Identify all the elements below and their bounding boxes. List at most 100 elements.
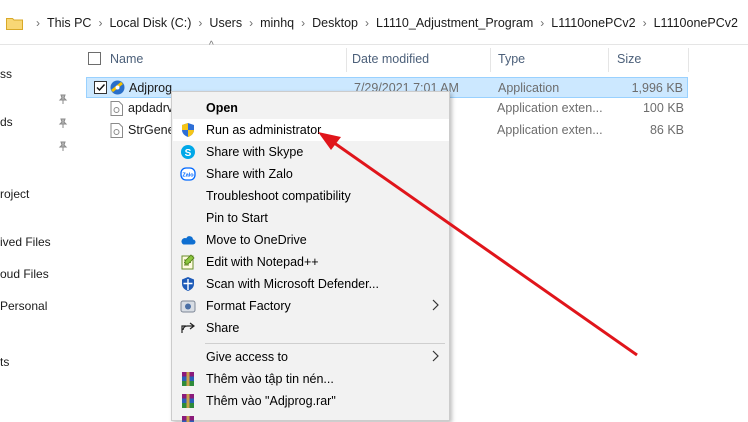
winrar-icon <box>180 393 196 409</box>
menu-item-run-as-administrator[interactable]: Run as administrator <box>173 119 449 141</box>
column-divider[interactable] <box>490 48 491 72</box>
nav-item[interactable]: oud Files <box>0 267 49 281</box>
menu-item-pin-to-start[interactable]: Pin to Start <box>173 207 449 229</box>
menu-item-format-factory[interactable]: Format Factory <box>173 295 449 317</box>
menu-item-label: Move to OneDrive <box>206 233 307 247</box>
column-type[interactable]: Type <box>498 52 525 66</box>
menu-item-partial[interactable] <box>173 412 449 422</box>
menu-item-label: Open <box>206 101 238 115</box>
menu-item-move-to-onedrive[interactable]: Move to OneDrive <box>173 229 449 251</box>
file-size: 100 KB <box>643 101 684 115</box>
file-type: Application exten... <box>497 101 603 115</box>
menu-item-add-to-rar[interactable]: Thêm vào "Adjprog.rar" <box>173 390 449 412</box>
chevron-right-icon: › <box>643 16 647 30</box>
defender-icon <box>180 276 196 292</box>
menu-item-label: Share with Zalo <box>206 167 293 181</box>
checkmark-icon <box>95 82 106 93</box>
menu-item-share-with-zalo[interactable]: Zalo Share with Zalo <box>173 163 449 185</box>
file-size: 86 KB <box>650 123 684 137</box>
skype-icon: S <box>180 144 196 160</box>
menu-item-label: Share <box>206 321 239 335</box>
menu-item-label: Scan with Microsoft Defender... <box>206 277 379 291</box>
column-divider[interactable] <box>608 48 609 72</box>
crumb-adjustment-program[interactable]: L1110_Adjustment_Program <box>376 16 533 30</box>
sort-up-icon: ^ <box>209 40 214 51</box>
chevron-right-icon: › <box>301 16 305 30</box>
menu-item-share[interactable]: Share <box>173 317 449 339</box>
menu-item-label: Thêm vào "Adjprog.rar" <box>206 394 336 408</box>
chevron-right-icon: › <box>98 16 102 30</box>
pin-icon <box>58 94 68 104</box>
folder-icon <box>6 17 23 30</box>
svg-text:S: S <box>185 148 192 159</box>
menu-item-edit-with-notepadpp[interactable]: Edit with Notepad++ <box>173 251 449 273</box>
dll-file-icon <box>110 123 123 138</box>
nav-item[interactable]: ived Files <box>0 235 51 249</box>
chevron-right-icon: › <box>198 16 202 30</box>
chevron-right-icon <box>431 349 439 363</box>
pin-icon <box>58 141 68 151</box>
column-size[interactable]: Size <box>617 52 641 66</box>
column-header: ^ Name Date modified Type Size <box>82 44 748 74</box>
menu-item-troubleshoot[interactable]: Troubleshoot compatibility <box>173 185 449 207</box>
menu-item-label: Pin to Start <box>206 211 268 225</box>
row-checkbox[interactable] <box>94 81 107 94</box>
nav-item[interactable]: ds <box>0 115 13 129</box>
crumb-users[interactable]: Users <box>209 16 242 30</box>
nav-item[interactable]: roject <box>0 187 29 201</box>
file-name: StrGene <box>128 123 175 137</box>
chevron-right-icon <box>431 298 439 312</box>
navigation-pane: ss ds roject ived Files oud Files Person… <box>0 44 80 419</box>
nav-item[interactable]: ts <box>0 355 9 369</box>
menu-item-give-access-to[interactable]: Give access to <box>173 346 449 368</box>
uac-shield-icon <box>180 122 196 138</box>
file-size: 1,996 KB <box>632 81 683 95</box>
menu-item-label: Run as administrator <box>206 123 321 137</box>
crumb-this-pc[interactable]: This PC <box>47 16 91 30</box>
crumb-desktop[interactable]: Desktop <box>312 16 358 30</box>
context-menu: Open Run as administrator S Share with S… <box>171 91 450 421</box>
crumb-minhq[interactable]: minhq <box>260 16 294 30</box>
menu-item-label: Give access to <box>206 350 288 364</box>
crumb-local-disk[interactable]: Local Disk (C:) <box>109 16 191 30</box>
menu-item-share-with-skype[interactable]: S Share with Skype <box>173 141 449 163</box>
chevron-right-icon: › <box>36 16 40 30</box>
file-name: apdadrv <box>128 101 173 115</box>
breadcrumb: › This PC › Local Disk (C:) › Users › mi… <box>0 14 738 32</box>
menu-item-label: Troubleshoot compatibility <box>206 189 351 203</box>
crumb-l1110onepcv2-current[interactable]: L1110onePCv2 <box>654 16 738 30</box>
zalo-icon: Zalo <box>180 166 196 182</box>
share-icon <box>180 320 196 336</box>
menu-item-open[interactable]: Open <box>173 97 449 119</box>
select-all-checkbox[interactable] <box>88 52 101 65</box>
column-divider[interactable] <box>346 48 347 72</box>
chevron-right-icon: › <box>365 16 369 30</box>
dll-file-icon <box>110 101 123 116</box>
file-type: Application exten... <box>497 123 603 137</box>
nav-item[interactable]: ss <box>0 67 12 81</box>
column-divider[interactable] <box>688 48 689 72</box>
chevron-right-icon: › <box>540 16 544 30</box>
notepad-plus-plus-icon <box>180 254 196 270</box>
column-name[interactable]: Name <box>110 52 143 66</box>
svg-text:Zalo: Zalo <box>182 173 194 179</box>
application-icon <box>109 79 126 96</box>
pin-icon <box>58 118 68 128</box>
column-date-modified[interactable]: Date modified <box>352 52 429 66</box>
crumb-l1110onepcv2[interactable]: L1110onePCv2 <box>551 16 635 30</box>
menu-item-add-to-archive[interactable]: Thêm vào tập tin nén... <box>173 368 449 390</box>
menu-item-label: Format Factory <box>206 299 291 313</box>
address-bar[interactable]: › This PC › Local Disk (C:) › Users › mi… <box>0 0 748 45</box>
menu-item-label: Thêm vào tập tin nén... <box>206 372 334 386</box>
file-type: Application <box>498 81 559 95</box>
format-factory-icon <box>180 298 196 314</box>
menu-item-label: Edit with Notepad++ <box>206 255 319 269</box>
menu-separator <box>205 343 445 344</box>
menu-item-label: Share with Skype <box>206 145 303 159</box>
onedrive-icon <box>180 232 196 248</box>
winrar-icon <box>180 371 196 387</box>
chevron-right-icon: › <box>249 16 253 30</box>
menu-item-scan-with-defender[interactable]: Scan with Microsoft Defender... <box>173 273 449 295</box>
file-name: Adjprog <box>129 81 172 95</box>
nav-item[interactable]: Personal <box>0 299 47 313</box>
